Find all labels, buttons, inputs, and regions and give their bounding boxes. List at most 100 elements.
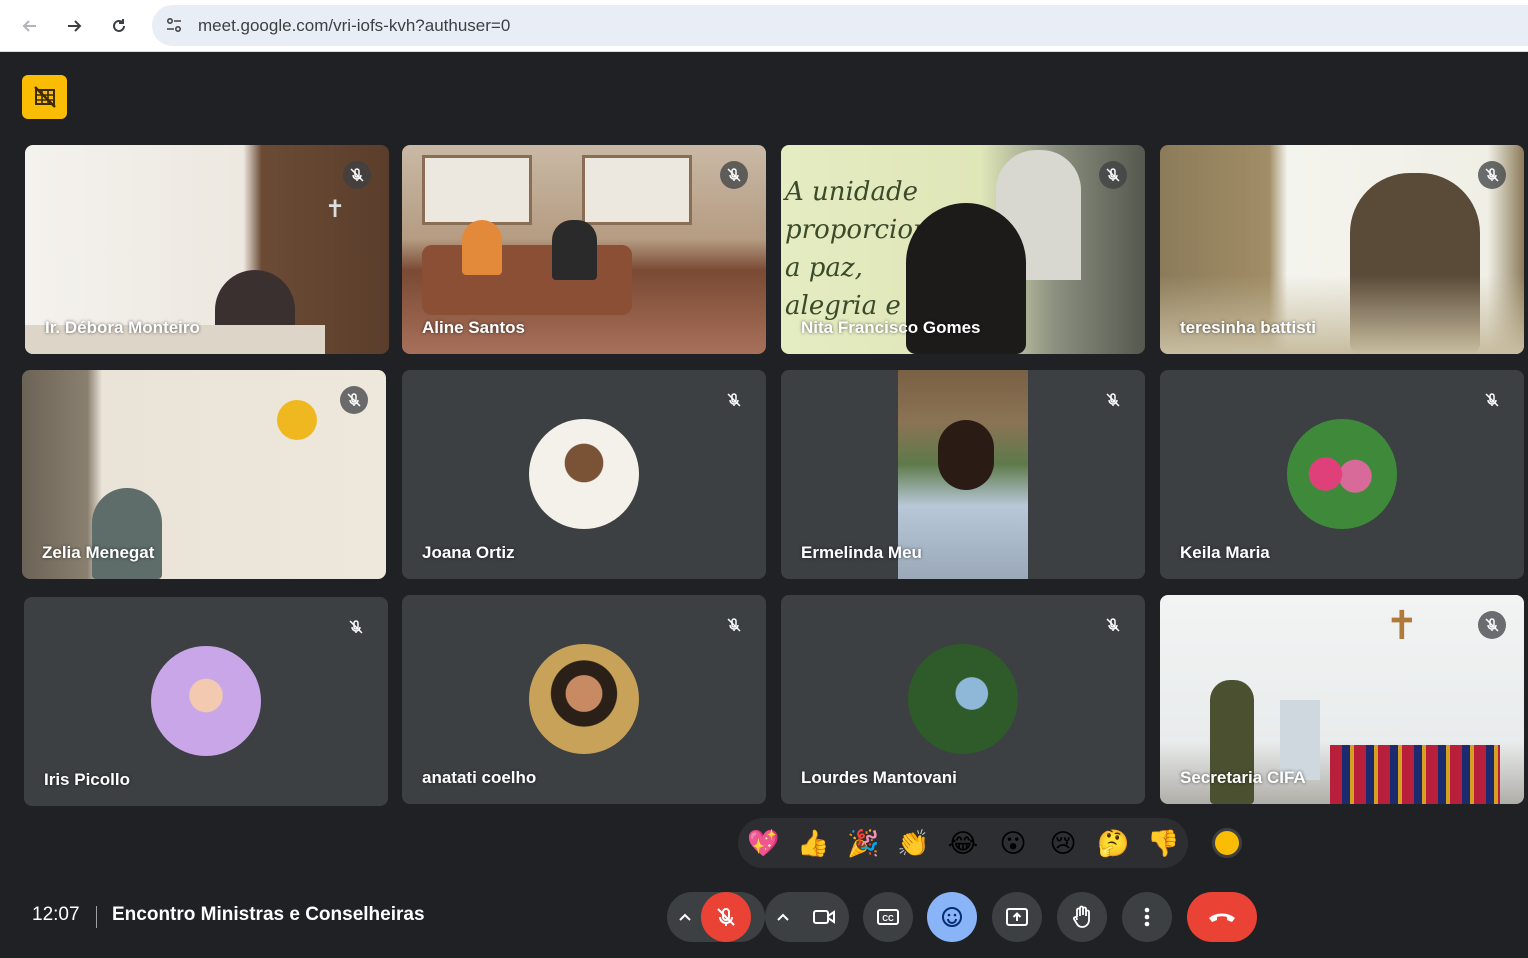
more-vertical-icon [1144, 907, 1150, 927]
mic-off-icon [1478, 161, 1506, 189]
mic-off-icon [1099, 611, 1127, 639]
chevron-up-icon [777, 913, 789, 921]
microphone-toggle-button[interactable] [701, 892, 751, 942]
camera-toggle-button[interactable] [799, 892, 849, 942]
participant-name: Aline Santos [422, 318, 525, 337]
participant-tile[interactable]: teresinha battisti [1160, 145, 1524, 354]
participant-name: Iris Picollo [44, 770, 130, 789]
avatar [1287, 419, 1397, 529]
table-cloth [1330, 745, 1500, 804]
window [582, 155, 692, 225]
participant-tile[interactable]: Lourdes Mantovani [781, 595, 1145, 804]
participant-tile[interactable]: A unidade proporciona a paz, alegria e N… [781, 145, 1145, 354]
mic-off-icon [1478, 611, 1506, 639]
participant-face [938, 420, 994, 490]
browser-toolbar: meet.google.com/vri-iofs-kvh?authuser=0 [0, 0, 1528, 52]
mic-off-icon [720, 386, 748, 414]
party-popper-reaction[interactable]: 🎉 [847, 828, 879, 860]
window [422, 155, 532, 225]
clapping-reaction[interactable]: 👏 [897, 828, 929, 860]
participant-name: Joana Ortiz [422, 543, 515, 562]
video-background [1160, 275, 1524, 354]
svg-text:CC: CC [882, 914, 894, 923]
emoji-smile-icon [942, 907, 962, 927]
audio-options-button[interactable] [667, 892, 703, 942]
participant-name: teresinha battisti [1180, 318, 1317, 337]
hang-up-icon [1209, 913, 1235, 922]
sunflower-decoration [277, 400, 317, 440]
participant-name: Ir. Débora Monteiro [45, 318, 200, 337]
raise-hand-icon [1073, 905, 1090, 928]
mic-control-group [667, 892, 765, 942]
video-off-indicator[interactable] [22, 75, 67, 119]
mic-off-icon [717, 908, 735, 926]
avatar [529, 419, 639, 529]
mic-off-icon [1478, 386, 1506, 414]
divider [96, 906, 97, 928]
crying-reaction[interactable]: 😢 [1047, 828, 1079, 860]
avatar [529, 644, 639, 754]
tau-cross-icon: ✝ [1385, 603, 1419, 649]
chevron-up-icon [679, 913, 691, 921]
leave-call-button[interactable] [1187, 892, 1257, 942]
thumbs-up-reaction[interactable]: 👍 [797, 828, 829, 860]
participant-name: anatati coelho [422, 768, 537, 787]
mic-off-icon [340, 386, 368, 414]
more-options-button[interactable] [1122, 892, 1172, 942]
participant-name: Lourdes Mantovani [801, 768, 957, 787]
raise-hand-button[interactable] [1057, 892, 1107, 942]
surprised-reaction[interactable]: 😮 [997, 828, 1029, 860]
meet-stage: ✝ Ir. Débora Monteiro Aline Santos A uni… [2, 54, 1528, 958]
participant-name: Keila Maria [1180, 543, 1270, 562]
meeting-title: Encontro Ministras e Conselheiras [112, 904, 425, 925]
participant-tile[interactable]: Zelia Menegat [22, 370, 386, 579]
participant-video [92, 488, 162, 579]
participant-name: Secretaria CIFA [1180, 768, 1306, 787]
mic-off-icon [342, 613, 370, 641]
participant-name: Ermelinda Meu [801, 543, 922, 562]
participant-name: Nita Francisco Gomes [801, 318, 981, 337]
reactions-button[interactable] [927, 892, 977, 942]
participant-video [552, 220, 597, 280]
participant-tile[interactable]: Aline Santos [402, 145, 766, 354]
captions-button[interactable]: CC [863, 892, 913, 942]
url-text[interactable]: meet.google.com/vri-iofs-kvh?authuser=0 [198, 16, 510, 36]
participant-name: Zelia Menegat [42, 543, 155, 562]
avatar [908, 644, 1018, 754]
skin-tone-selector[interactable] [1212, 828, 1242, 858]
site-info-icon[interactable] [164, 15, 184, 35]
reload-icon[interactable] [103, 10, 135, 42]
mic-off-icon [1099, 386, 1127, 414]
laughing-reaction[interactable]: 😂 [947, 828, 979, 860]
participant-tile[interactable]: ✝ Ir. Débora Monteiro [25, 145, 389, 354]
present-screen-icon [1006, 908, 1028, 926]
participant-tile[interactable]: Keila Maria [1160, 370, 1524, 579]
thinking-reaction[interactable]: 🤔 [1097, 828, 1129, 860]
camera-control-group [765, 892, 849, 942]
participant-tile[interactable]: Iris Picollo [24, 597, 388, 806]
grid-off-icon [33, 86, 56, 108]
sparkling-heart-reaction[interactable]: 💖 [747, 828, 779, 860]
avatar [151, 646, 261, 756]
participant-video [462, 220, 502, 275]
participant-tile[interactable]: Ermelinda Meu [781, 370, 1145, 579]
video-options-button[interactable] [765, 892, 801, 942]
participant-tile[interactable]: Joana Ortiz [402, 370, 766, 579]
address-bar[interactable]: meet.google.com/vri-iofs-kvh?authuser=0 [152, 5, 1528, 46]
mic-off-icon [720, 611, 748, 639]
thumbs-down-reaction[interactable]: 👎 [1147, 828, 1179, 860]
mic-off-icon [343, 161, 371, 189]
video-camera-icon [813, 910, 835, 924]
participant-tile[interactable]: anatati coelho [402, 595, 766, 804]
crucifix-icon: ✝ [325, 195, 346, 223]
participant-tile[interactable]: ✝ Secretaria CIFA [1160, 595, 1524, 804]
sofa [422, 245, 632, 315]
forward-arrow-icon[interactable] [58, 10, 90, 42]
meeting-clock: 12:07 [32, 904, 80, 925]
mic-off-icon [1099, 161, 1127, 189]
back-arrow-icon[interactable] [14, 10, 46, 42]
reactions-bar: 💖 👍 🎉 👏 😂 😮 😢 🤔 👎 [738, 818, 1188, 868]
closed-captions-icon: CC [877, 909, 899, 925]
mic-off-icon [720, 161, 748, 189]
present-screen-button[interactable] [992, 892, 1042, 942]
